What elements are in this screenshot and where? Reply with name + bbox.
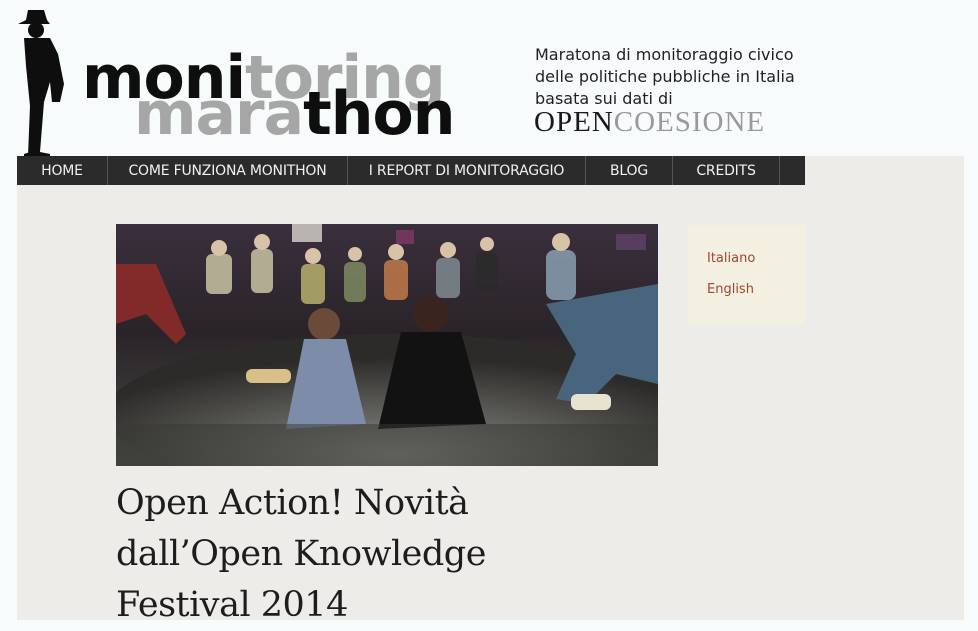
monithon-logo[interactable]: monitoring marathon — [14, 6, 455, 156]
nav-item-credits[interactable]: CREDITS — [673, 156, 780, 185]
article-title[interactable]: Open Action! Novità dall’Open Knowledge … — [116, 478, 576, 631]
language-switcher: Italiano English — [688, 225, 805, 325]
nav-item-report[interactable]: I REPORT DI MONITORAGGIO — [348, 156, 586, 185]
language-link-italiano[interactable]: Italiano — [707, 251, 755, 266]
language-link-english[interactable]: English — [707, 282, 754, 297]
article-hero-image[interactable] — [116, 224, 658, 466]
tagline-line: Maratona di monitoraggio civico — [535, 45, 794, 64]
main-nav: HOME COME FUNZIONA MONITHON I REPORT DI … — [17, 156, 805, 185]
nav-item-blog[interactable]: BLOG — [586, 156, 673, 185]
festival-photo — [116, 224, 658, 466]
logo-word-marathon: marathon — [134, 79, 455, 149]
nav-item-home[interactable]: HOME — [17, 156, 108, 185]
nav-end-cap — [780, 156, 805, 185]
site-header: monitoring marathon Maratona di monitora… — [0, 0, 978, 156]
man-silhouette-icon — [18, 10, 64, 156]
tagline-line: delle politiche pubbliche in Italia — [535, 67, 795, 86]
site-tagline: Maratona di monitoraggio civico delle po… — [535, 44, 815, 110]
nav-item-come-funziona[interactable]: COME FUNZIONA MONITHON — [108, 156, 348, 185]
opencoesione-logo[interactable]: OPENCOESIONE — [534, 108, 765, 137]
